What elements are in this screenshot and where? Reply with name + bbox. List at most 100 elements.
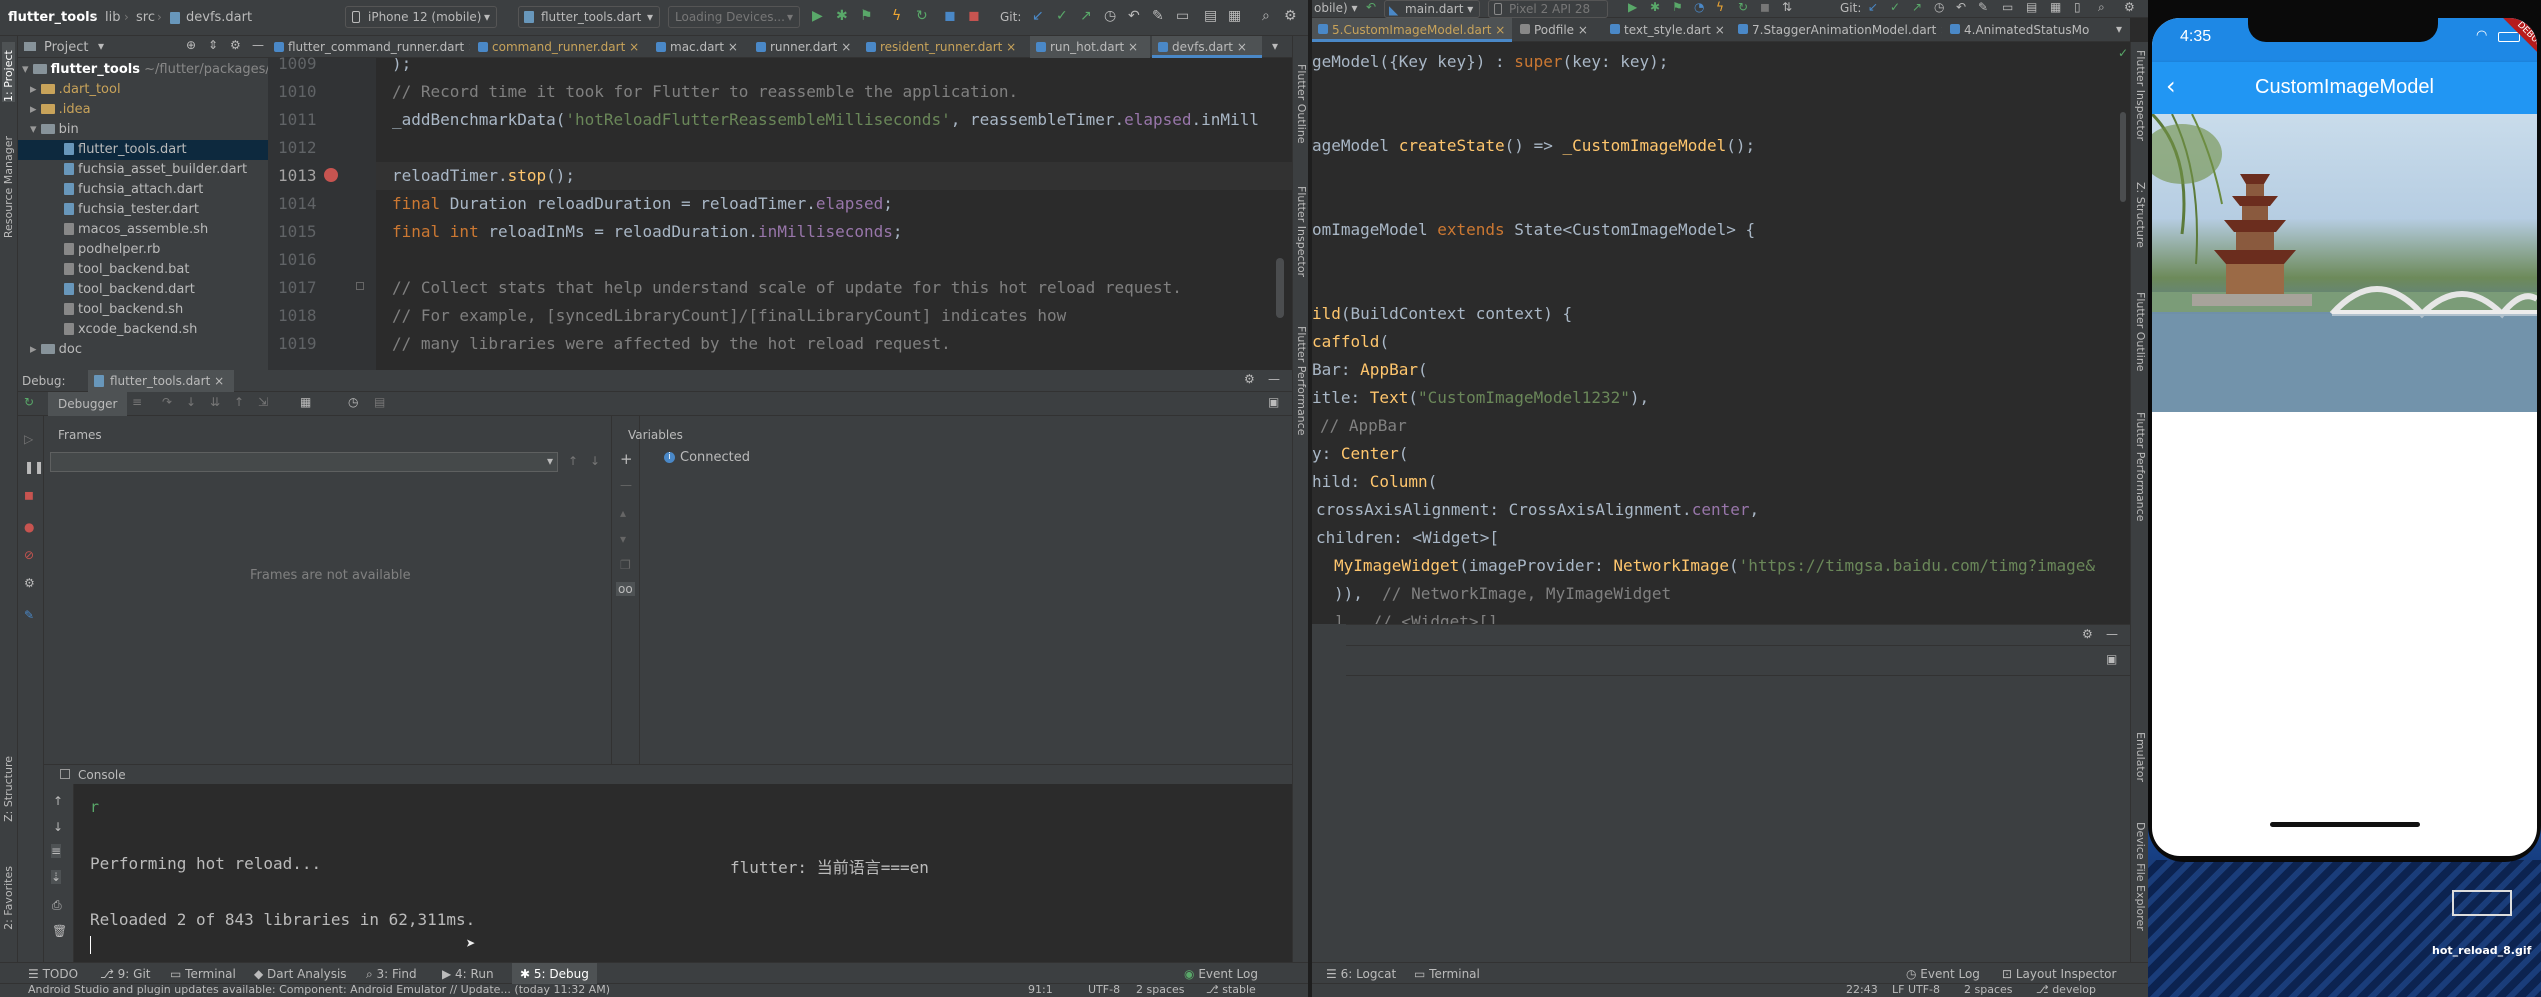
restore-layout-icon[interactable]: ▣ bbox=[2106, 652, 2117, 666]
settings-icon[interactable]: ⚙ bbox=[2124, 0, 2135, 14]
gear-icon[interactable]: ⚙ bbox=[230, 38, 241, 52]
tool-button-debug[interactable]: ✱ 5: Debug bbox=[512, 963, 597, 985]
tree-item-selected[interactable]: flutter_tools.dart bbox=[18, 140, 268, 160]
stop-icon[interactable]: ◼ bbox=[944, 8, 956, 24]
tree-item-file[interactable]: tool_backend.sh bbox=[64, 300, 183, 320]
structure-tool-tab[interactable]: Z: Structure bbox=[2134, 182, 2147, 248]
tab-devfs[interactable]: devfs.dart × bbox=[1152, 36, 1262, 58]
gear-icon[interactable]: ⚙ bbox=[1244, 372, 1255, 386]
flutter-outline-tool-tab[interactable]: Flutter Outline bbox=[1295, 64, 1308, 144]
tab-text-style[interactable]: text_style.dart × bbox=[1604, 18, 1730, 42]
flutter-inspector-tool-tab[interactable]: Flutter Inspector bbox=[2134, 50, 2147, 141]
settings-icon[interactable]: ⚙ bbox=[24, 576, 35, 590]
project-panel-title[interactable]: Project bbox=[44, 40, 88, 55]
main-config-selector[interactable]: ◣ main.dart ▾ bbox=[1384, 0, 1480, 18]
edit-icon[interactable]: ✎ bbox=[1152, 8, 1164, 24]
favorites-tool-tab[interactable]: 2: Favorites bbox=[2, 866, 15, 930]
git-update-icon[interactable]: ↙ bbox=[1032, 8, 1044, 24]
file-encoding[interactable]: LF UTF-8 bbox=[1892, 983, 1940, 996]
git-commit-icon[interactable]: ✓ bbox=[1890, 0, 1900, 14]
device-selector[interactable]: iPhone 12 (mobile) ▾ bbox=[345, 6, 497, 28]
tree-item-idea[interactable]: ▸ .idea bbox=[30, 100, 91, 120]
tab-debugger[interactable]: Debugger bbox=[48, 392, 128, 416]
stop-red-icon[interactable]: ◼ bbox=[968, 8, 980, 24]
breadcrumb-src[interactable]: src bbox=[136, 10, 155, 25]
tool-button-find[interactable]: ⌕ 3: Find bbox=[366, 967, 417, 982]
history-icon[interactable]: ◷ bbox=[1104, 8, 1116, 24]
cursor-position[interactable]: 91:1 bbox=[1028, 983, 1053, 996]
emulator-selector[interactable]: Pixel 2 API 28 bbox=[1488, 0, 1608, 18]
hot-restart-icon[interactable]: ↻ bbox=[1738, 0, 1748, 14]
tab-run-hot[interactable]: run_hot.dart × bbox=[1030, 36, 1150, 58]
sdk-icon[interactable]: ▦ bbox=[2050, 0, 2061, 14]
remove-watch-icon[interactable]: — bbox=[620, 478, 632, 492]
breadcrumb-file[interactable]: devfs.dart bbox=[186, 10, 252, 25]
rerun-icon[interactable]: ↻ bbox=[24, 395, 34, 409]
tab-podfile[interactable]: Podfile × bbox=[1514, 18, 1602, 42]
restore-layout-icon[interactable]: ▣ bbox=[1268, 395, 1279, 409]
view-breakpoints-icon[interactable]: ● bbox=[24, 520, 34, 534]
tab-console[interactable]: Console bbox=[78, 768, 126, 782]
flutter-performance-tool-tab[interactable]: Flutter Performance bbox=[2134, 412, 2147, 521]
arrow-up-icon[interactable]: ↑ bbox=[568, 454, 578, 468]
structure-icon[interactable]: ▤ bbox=[2026, 0, 2037, 14]
soft-wrap-icon[interactable]: ≡ bbox=[51, 844, 62, 858]
minimize-icon[interactable]: — bbox=[1268, 372, 1280, 386]
git-push-icon[interactable]: ↗ bbox=[1080, 8, 1092, 24]
step-into-icon[interactable]: ↓ bbox=[186, 395, 196, 409]
minimize-icon[interactable]: — bbox=[2106, 627, 2118, 641]
add-watch-icon[interactable]: + bbox=[620, 450, 633, 468]
run-icon[interactable]: ▶ bbox=[1628, 0, 1637, 14]
window-icon[interactable]: ▭ bbox=[1176, 8, 1189, 24]
file-encoding[interactable]: UTF-8 bbox=[1088, 983, 1120, 996]
tool-button-git[interactable]: ⎇ 9: Git bbox=[100, 967, 151, 981]
thread-selector[interactable]: ▾ bbox=[50, 452, 558, 472]
tool-button-layout-inspector[interactable]: ⊡ Layout Inspector bbox=[2002, 967, 2116, 981]
git-branch[interactable]: ⎇ stable bbox=[1206, 983, 1256, 996]
copy-icon[interactable]: ❐ bbox=[620, 558, 631, 572]
vertical-scrollbar[interactable] bbox=[1276, 258, 1284, 318]
tool-button-dart-analysis[interactable]: ◆ Dart Analysis bbox=[254, 967, 347, 981]
timer-icon[interactable]: ◷ bbox=[348, 395, 358, 409]
chevron-down-icon[interactable]: ▾ bbox=[2116, 22, 2122, 36]
git-branch[interactable]: ⎇ develop bbox=[2036, 983, 2096, 996]
gear-icon[interactable]: ⚙ bbox=[2082, 627, 2093, 641]
tool-button-logcat[interactable]: ☰ 6: Logcat bbox=[1326, 967, 1396, 981]
stop-icon[interactable]: ◼ bbox=[1760, 0, 1770, 14]
git-push-icon[interactable]: ↗ bbox=[1912, 0, 1922, 14]
hot-reload-icon[interactable]: ϟ bbox=[1716, 0, 1724, 14]
arrow-up-icon[interactable]: ↑ bbox=[53, 794, 63, 808]
tool-button-event-log[interactable]: ◷ Event Log bbox=[1906, 967, 1980, 981]
tree-item-file[interactable]: macos_assemble.sh bbox=[64, 220, 208, 240]
tool-button-todo[interactable]: ☰ TODO bbox=[28, 967, 78, 981]
sync-icon[interactable]: ⇅ bbox=[1782, 0, 1792, 14]
pin-icon[interactable]: ✎ bbox=[24, 608, 34, 622]
profile-icon[interactable]: ◔ bbox=[1694, 0, 1704, 14]
desktop-file-label[interactable]: hot_reload_8.gif bbox=[2432, 944, 2531, 957]
left-editor-code[interactable]: ); // Record time it took for Flutter to… bbox=[376, 58, 1292, 370]
search-icon[interactable]: ⌕ bbox=[2098, 0, 2105, 15]
target-selector[interactable]: obile) ▾ bbox=[1314, 1, 1358, 15]
tree-root[interactable]: ▾ flutter_tools ~/flutter/packages/fl bbox=[22, 60, 278, 80]
indent-setting[interactable]: 2 spaces bbox=[1136, 983, 1185, 996]
step-over-icon[interactable]: ↷ bbox=[162, 395, 172, 409]
tab-animated-status[interactable]: 4.AnimatedStatusMo bbox=[1944, 18, 2114, 42]
tree-item-bin[interactable]: ▾ bin bbox=[30, 120, 79, 140]
flutter-outline-tool-tab[interactable]: Flutter Outline bbox=[2134, 292, 2147, 372]
tree-item-file[interactable]: fuchsia_asset_builder.dart bbox=[64, 160, 247, 180]
mute-breakpoints-icon[interactable]: ⊘ bbox=[24, 548, 34, 562]
step-out-icon[interactable]: ↑ bbox=[234, 395, 244, 409]
device-file-explorer-tool-tab[interactable]: Device File Explorer bbox=[2134, 822, 2147, 931]
loading-devices-selector[interactable]: Loading Devices... ▾ bbox=[668, 6, 800, 28]
window-icon[interactable]: ▭ bbox=[2002, 0, 2013, 14]
indent-setting[interactable]: 2 spaces bbox=[1964, 983, 2013, 996]
layout-icon[interactable]: ▤ bbox=[374, 395, 385, 409]
rollback-icon[interactable]: ↶ bbox=[1956, 0, 1966, 14]
tab-mac[interactable]: mac.dart × bbox=[650, 36, 748, 58]
print-icon[interactable]: ⎙ bbox=[52, 898, 62, 913]
tab-stagger-animation[interactable]: 7.StaggerAnimationModel.dart × bbox=[1732, 18, 1942, 42]
vertical-scrollbar[interactable] bbox=[2120, 112, 2126, 202]
status-message[interactable]: Android Studio and plugin updates availa… bbox=[28, 983, 610, 996]
tool-button-event-log[interactable]: ◉ Event Log bbox=[1184, 967, 1258, 981]
tree-item-file[interactable]: fuchsia_tester.dart bbox=[64, 200, 199, 220]
